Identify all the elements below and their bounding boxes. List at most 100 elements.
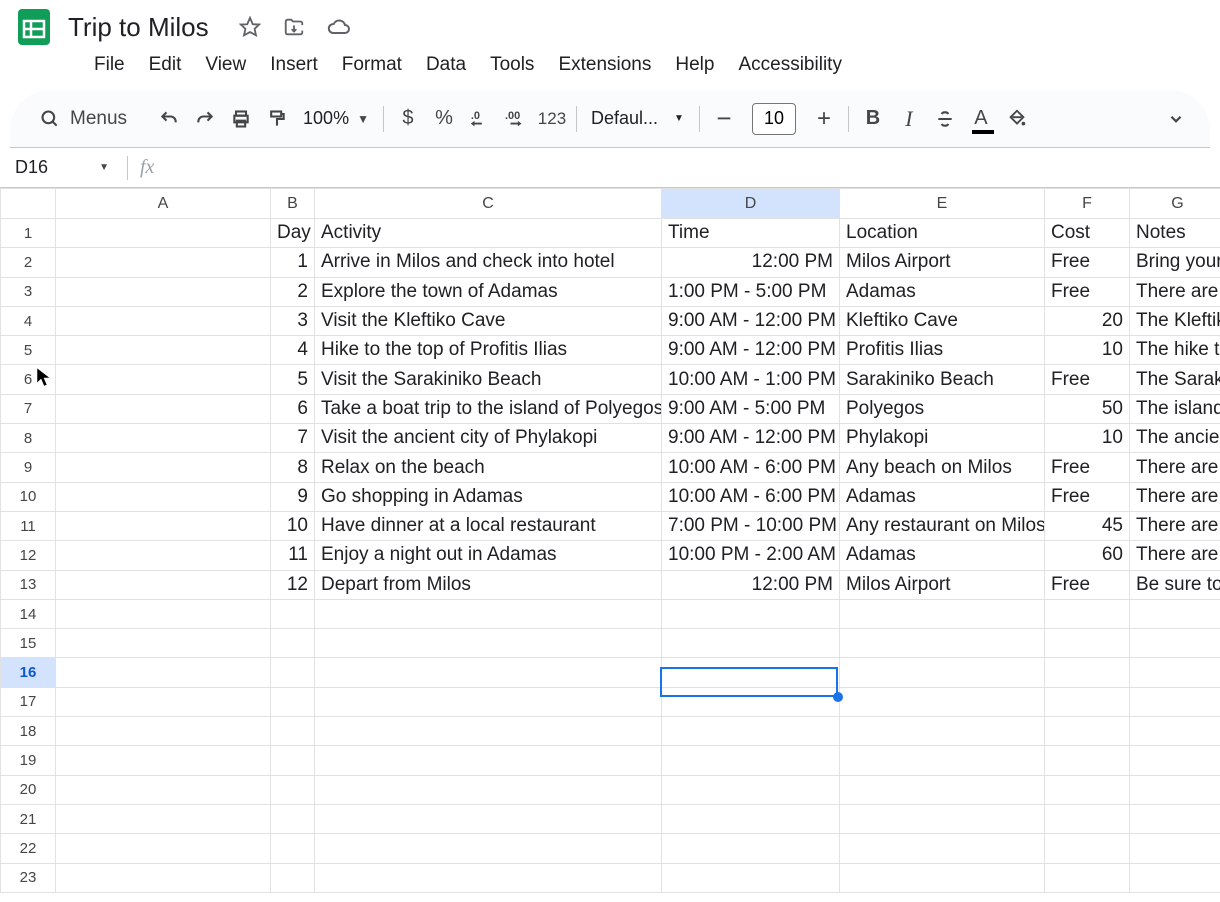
cell-F4[interactable]: 20 — [1045, 306, 1130, 335]
cell-E8[interactable]: Phylakopi — [840, 424, 1045, 453]
decrease-decimal-button[interactable]: .0 — [462, 101, 498, 137]
cell-C6[interactable]: Visit the Sarakiniko Beach — [315, 365, 662, 394]
row-header-13[interactable]: 13 — [1, 570, 56, 599]
row-header-22[interactable]: 22 — [1, 834, 56, 863]
cell-B3[interactable]: 2 — [271, 277, 315, 306]
column-header-E[interactable]: E — [840, 189, 1045, 219]
cell-D13[interactable]: 12:00 PM — [662, 570, 840, 599]
cell-G20[interactable] — [1130, 775, 1220, 804]
cell-B15[interactable] — [271, 629, 315, 658]
cell-C13[interactable]: Depart from Milos — [315, 570, 662, 599]
cell-E20[interactable] — [840, 775, 1045, 804]
cell-G14[interactable] — [1130, 599, 1220, 628]
cell-B23[interactable] — [271, 863, 315, 892]
cell-F17[interactable] — [1045, 687, 1130, 716]
cloud-saved-icon[interactable] — [327, 15, 351, 39]
cell-B5[interactable]: 4 — [271, 336, 315, 365]
cell-D8[interactable]: 9:00 AM - 12:00 PM — [662, 424, 840, 453]
cell-B9[interactable]: 8 — [271, 453, 315, 482]
cell-A14[interactable] — [56, 599, 271, 628]
cell-F1[interactable]: Cost — [1045, 219, 1130, 248]
fill-color-button[interactable] — [999, 101, 1035, 137]
row-header-12[interactable]: 12 — [1, 541, 56, 570]
cell-G23[interactable] — [1130, 863, 1220, 892]
cell-A3[interactable] — [56, 277, 271, 306]
menu-file[interactable]: File — [84, 50, 135, 80]
sheets-logo-icon[interactable] — [12, 5, 56, 49]
cell-A12[interactable] — [56, 541, 271, 570]
cell-C4[interactable]: Visit the Kleftiko Cave — [315, 306, 662, 335]
cell-F23[interactable] — [1045, 863, 1130, 892]
star-icon[interactable] — [239, 16, 261, 38]
cell-B1[interactable]: Day — [271, 219, 315, 248]
cell-C23[interactable] — [315, 863, 662, 892]
cell-B11[interactable]: 10 — [271, 511, 315, 540]
menu-view[interactable]: View — [195, 50, 256, 80]
cell-A10[interactable] — [56, 482, 271, 511]
search-menus[interactable]: Menus — [26, 102, 141, 136]
cell-C10[interactable]: Go shopping in Adamas — [315, 482, 662, 511]
cell-B20[interactable] — [271, 775, 315, 804]
row-header-4[interactable]: 4 — [1, 306, 56, 335]
column-header-D[interactable]: D — [662, 189, 840, 219]
text-color-button[interactable]: A — [963, 101, 999, 137]
document-title[interactable]: Trip to Milos — [68, 12, 209, 43]
row-header-14[interactable]: 14 — [1, 599, 56, 628]
cell-E17[interactable] — [840, 687, 1045, 716]
cell-F19[interactable] — [1045, 746, 1130, 775]
cell-B19[interactable] — [271, 746, 315, 775]
cell-E11[interactable]: Any restaurant on Milos — [840, 511, 1045, 540]
cell-F15[interactable] — [1045, 629, 1130, 658]
cell-F20[interactable] — [1045, 775, 1130, 804]
menu-extensions[interactable]: Extensions — [548, 50, 661, 80]
cell-F14[interactable] — [1045, 599, 1130, 628]
cell-G10[interactable]: There are — [1130, 482, 1220, 511]
cell-B18[interactable] — [271, 717, 315, 746]
cell-E5[interactable]: Profitis Ilias — [840, 336, 1045, 365]
cell-F7[interactable]: 50 — [1045, 394, 1130, 423]
row-header-6[interactable]: 6 — [1, 365, 56, 394]
select-all-corner[interactable] — [1, 189, 56, 219]
row-header-15[interactable]: 15 — [1, 629, 56, 658]
cell-G1[interactable]: Notes — [1130, 219, 1220, 248]
cell-C2[interactable]: Arrive in Milos and check into hotel — [315, 248, 662, 277]
cell-D6[interactable]: 10:00 AM - 1:00 PM — [662, 365, 840, 394]
cell-E9[interactable]: Any beach on Milos — [840, 453, 1045, 482]
cell-F5[interactable]: 10 — [1045, 336, 1130, 365]
cell-E23[interactable] — [840, 863, 1045, 892]
cell-D20[interactable] — [662, 775, 840, 804]
cell-G18[interactable] — [1130, 717, 1220, 746]
row-header-3[interactable]: 3 — [1, 277, 56, 306]
cell-D14[interactable] — [662, 599, 840, 628]
cell-A17[interactable] — [56, 687, 271, 716]
cell-E22[interactable] — [840, 834, 1045, 863]
name-box[interactable]: D16 ▼ — [15, 157, 115, 178]
menu-accessibility[interactable]: Accessibility — [728, 50, 851, 80]
cell-E4[interactable]: Kleftiko Cave — [840, 306, 1045, 335]
cell-F13[interactable]: Free — [1045, 570, 1130, 599]
undo-button[interactable] — [151, 101, 187, 137]
cell-C12[interactable]: Enjoy a night out in Adamas — [315, 541, 662, 570]
cell-A1[interactable] — [56, 219, 271, 248]
cell-C5[interactable]: Hike to the top of Profitis Ilias — [315, 336, 662, 365]
row-header-1[interactable]: 1 — [1, 219, 56, 248]
cell-B2[interactable]: 1 — [271, 248, 315, 277]
cell-D2[interactable]: 12:00 PM — [662, 248, 840, 277]
row-header-8[interactable]: 8 — [1, 424, 56, 453]
cell-G4[interactable]: The Kleftik — [1130, 306, 1220, 335]
row-header-5[interactable]: 5 — [1, 336, 56, 365]
cell-D11[interactable]: 7:00 PM - 10:00 PM — [662, 511, 840, 540]
cell-E2[interactable]: Milos Airport — [840, 248, 1045, 277]
menu-data[interactable]: Data — [416, 50, 476, 80]
cell-A4[interactable] — [56, 306, 271, 335]
cell-B8[interactable]: 7 — [271, 424, 315, 453]
decrease-font-size-button[interactable]: − — [706, 101, 742, 137]
cell-D10[interactable]: 10:00 AM - 6:00 PM — [662, 482, 840, 511]
bold-button[interactable]: B — [855, 101, 891, 137]
cell-D3[interactable]: 1:00 PM - 5:00 PM — [662, 277, 840, 306]
row-header-19[interactable]: 19 — [1, 746, 56, 775]
cell-D18[interactable] — [662, 717, 840, 746]
cell-B14[interactable] — [271, 599, 315, 628]
cell-B6[interactable]: 5 — [271, 365, 315, 394]
cell-C20[interactable] — [315, 775, 662, 804]
